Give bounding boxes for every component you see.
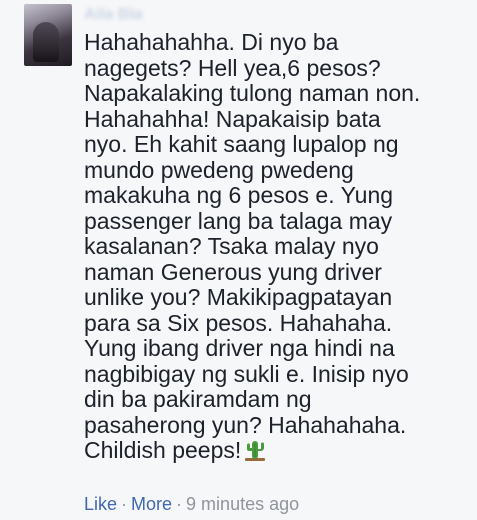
comment-text: Hahahahahha. Di nyo ba nagegets? Hell ye… [84,29,421,463]
separator: · [176,494,183,514]
timestamp[interactable]: 9 minutes ago [186,494,299,514]
more-link[interactable]: More [131,494,172,514]
comment-body: Hahahahahha. Di nyo ba nagegets? Hell ye… [84,29,469,464]
separator: · [121,494,128,514]
cactus-icon [243,438,267,462]
avatar[interactable] [24,4,72,66]
avatar-figure [33,22,59,62]
comment-actions: Like · More · 9 minutes ago [84,494,299,515]
author-name[interactable]: Aila Bla [84,6,143,24]
like-link[interactable]: Like [84,494,117,514]
